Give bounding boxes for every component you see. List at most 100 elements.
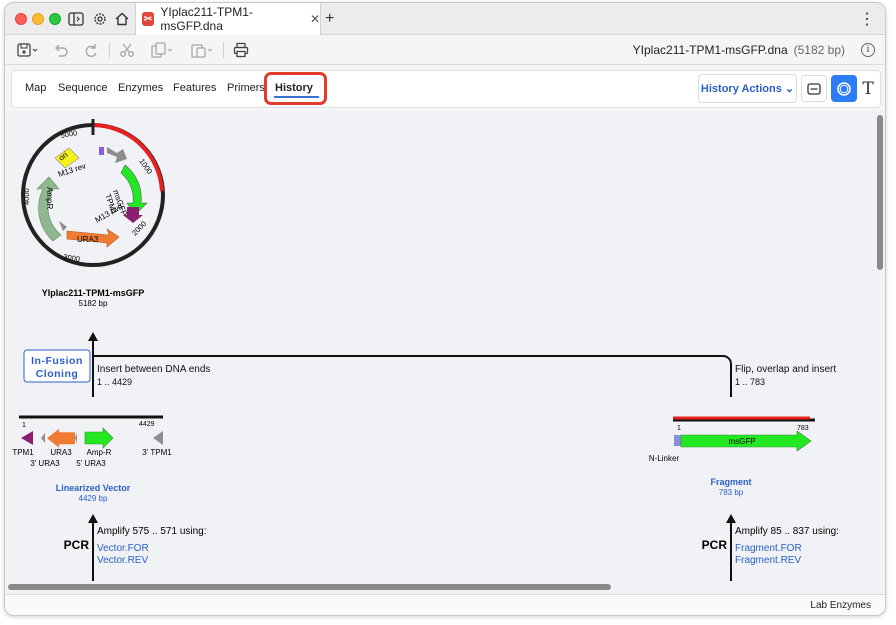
main-toolbar: YIplac211-TPM1-msGFP.dna (5182 bp) i: [5, 35, 885, 65]
pcr-right-arrowhead: [726, 514, 736, 523]
pcr-right-label: PCR: [702, 538, 728, 552]
file-size: (5182 bp): [793, 43, 845, 57]
pcr-left-desc: Amplify 575 .. 571 using:: [97, 526, 207, 537]
ura3-label: URA3: [77, 235, 99, 244]
fragment-end: 783: [797, 425, 809, 432]
tab-enzymes[interactable]: Enzymes: [118, 82, 163, 94]
tick-label-5000: 5000: [60, 128, 78, 140]
ura3-vector-feature: [47, 428, 75, 448]
info-icon[interactable]: i: [861, 43, 875, 57]
document-tab-title: YIplac211-TPM1-msGFP.dna: [160, 5, 253, 33]
pcr-right-primer-forward[interactable]: Fragment.FOR: [735, 543, 802, 554]
ura3-promoter: [59, 221, 67, 231]
zoom-window-button[interactable]: [49, 13, 61, 25]
vector-name[interactable]: Linearized Vector: [56, 483, 131, 493]
infusion-right-desc: Flip, overlap and insert: [735, 364, 836, 375]
tab-features[interactable]: Features: [173, 82, 216, 94]
sequence-view-icon[interactable]: [801, 75, 827, 102]
infusion-label-line1: In-Fusion: [31, 355, 83, 367]
sidebar-toggle-icon[interactable]: [67, 10, 85, 28]
circular-map-icon[interactable]: [831, 75, 857, 102]
snapgene-logo-icon: ✂: [142, 12, 155, 26]
more-menu-icon[interactable]: ⋮: [859, 9, 875, 29]
ura3-3prime-feature: [75, 433, 77, 443]
home-icon[interactable]: [113, 10, 131, 28]
pcr-right-desc: Amplify 85 .. 837 using:: [735, 526, 839, 537]
vector-start: 1: [22, 422, 26, 429]
vector-size: 4429 bp: [79, 494, 108, 503]
infusion-label-line2: Cloning: [36, 368, 79, 380]
ampr-vector-feature: [84, 427, 114, 449]
linear-vector-map[interactable]: 1 4429 TPM1 3' URA3 URA3 5' URA3 Amp-R 3…: [12, 415, 172, 468]
close-tab-icon[interactable]: ✕: [310, 12, 320, 26]
fragment-size: 783 bp: [719, 488, 744, 497]
fragment-name[interactable]: Fragment: [710, 477, 751, 487]
view-tab-bar: Map Sequence Enzymes Features Primers Hi…: [11, 70, 881, 108]
vector-label-tpm1: TPM1: [12, 448, 34, 457]
insert-region-arc: [92, 123, 164, 192]
file-name: YIplac211-TPM1-msGFP.dna: [632, 43, 788, 57]
ampr-label: AmpR: [45, 187, 54, 209]
redo-icon[interactable]: [83, 41, 99, 59]
gear-icon[interactable]: [91, 10, 109, 28]
plasmid-size: 5182 bp: [79, 299, 108, 308]
tpm1-3prime-feature: [153, 431, 163, 445]
pcr-left-primer-forward[interactable]: Vector.FOR: [97, 543, 149, 554]
save-menu-button[interactable]: [17, 41, 39, 59]
vector-label-ura3: URA3: [50, 448, 72, 457]
vector-label-3tpm1: 3' TPM1: [142, 448, 172, 457]
history-tree: ori M13 rev msGFP TPM1 M13 fwd AmpR URA3: [12, 119, 839, 581]
tpm1-fragment-feature: [21, 431, 33, 445]
app-window: ✂ YIplac211-TPM1-msGFP.dna ✕ + ⋮ YIplac2…: [4, 2, 886, 616]
pcr-left-primer-reverse[interactable]: Vector.REV: [97, 555, 148, 566]
tab-map[interactable]: Map: [25, 82, 46, 94]
tab-primers[interactable]: Primers: [227, 82, 265, 94]
plasmid-map[interactable]: ori M13 rev msGFP TPM1 M13 fwd AmpR URA3: [21, 119, 165, 267]
infusion-left-range: 1 .. 4429: [97, 377, 132, 387]
vertical-scrollbar[interactable]: [877, 115, 883, 270]
m13rev-site: [99, 147, 104, 155]
new-tab-button[interactable]: +: [325, 10, 334, 28]
ura3-promoter-feature: [41, 433, 45, 443]
vector-label-ampr: Amp-R: [87, 448, 112, 457]
fragment-start: 1: [677, 425, 681, 432]
history-tab-highlight: [264, 72, 327, 105]
close-window-button[interactable]: [15, 13, 27, 25]
minimize-window-button[interactable]: [32, 13, 44, 25]
vector-label-5ura3: 5' URA3: [76, 459, 106, 468]
vector-label-3ura3: 3' URA3: [30, 459, 60, 468]
tick-label-4000: 4000: [22, 188, 31, 205]
document-tab[interactable]: ✂ YIplac211-TPM1-msGFP.dna ✕: [135, 3, 321, 35]
horizontal-scrollbar[interactable]: [8, 584, 611, 590]
pcr-left-label: PCR: [64, 538, 90, 552]
pcr-left-arrowhead: [88, 514, 98, 523]
pcr-right-primer-reverse[interactable]: Fragment.REV: [735, 555, 801, 566]
fragment-feature-label: msGFP: [728, 437, 755, 446]
history-actions-dropdown[interactable]: History Actions ⌄: [698, 74, 797, 103]
print-icon[interactable]: [233, 41, 249, 59]
copy-menu-icon[interactable]: [151, 41, 175, 59]
paste-menu-icon[interactable]: [191, 41, 215, 59]
promoter-feature: [107, 147, 127, 163]
toolbar-divider: [223, 42, 224, 58]
cut-icon[interactable]: [119, 41, 135, 59]
enzyme-set-label[interactable]: Lab Enzymes: [810, 600, 871, 611]
status-bar: Lab Enzymes: [5, 594, 885, 615]
infusion-left-desc: Insert between DNA ends: [97, 364, 210, 375]
n-linker-feature: [674, 435, 681, 446]
toolbar-divider: [109, 42, 110, 58]
title-bar: ✂ YIplac211-TPM1-msGFP.dna ✕ + ⋮: [5, 3, 885, 35]
history-canvas[interactable]: ori M13 rev msGFP TPM1 M13 fwd AmpR URA3: [5, 111, 885, 591]
undo-icon[interactable]: [53, 41, 69, 59]
infusion-arrowhead: [88, 332, 98, 341]
vector-end: 4429: [139, 421, 155, 428]
tick-label-3000: 3000: [63, 252, 81, 264]
tab-sequence[interactable]: Sequence: [58, 82, 108, 94]
infusion-right-range: 1 .. 783: [735, 377, 765, 387]
fragment-linker-label: N-Linker: [649, 454, 680, 463]
fragment-map[interactable]: 1 783 msGFP N-Linker: [649, 416, 815, 463]
plasmid-name: YIplac211-TPM1-msGFP: [42, 288, 145, 298]
infusion-join-line: [93, 355, 732, 397]
text-format-icon[interactable]: T: [855, 75, 881, 102]
file-title: YIplac211-TPM1-msGFP.dna (5182 bp): [633, 43, 845, 57]
